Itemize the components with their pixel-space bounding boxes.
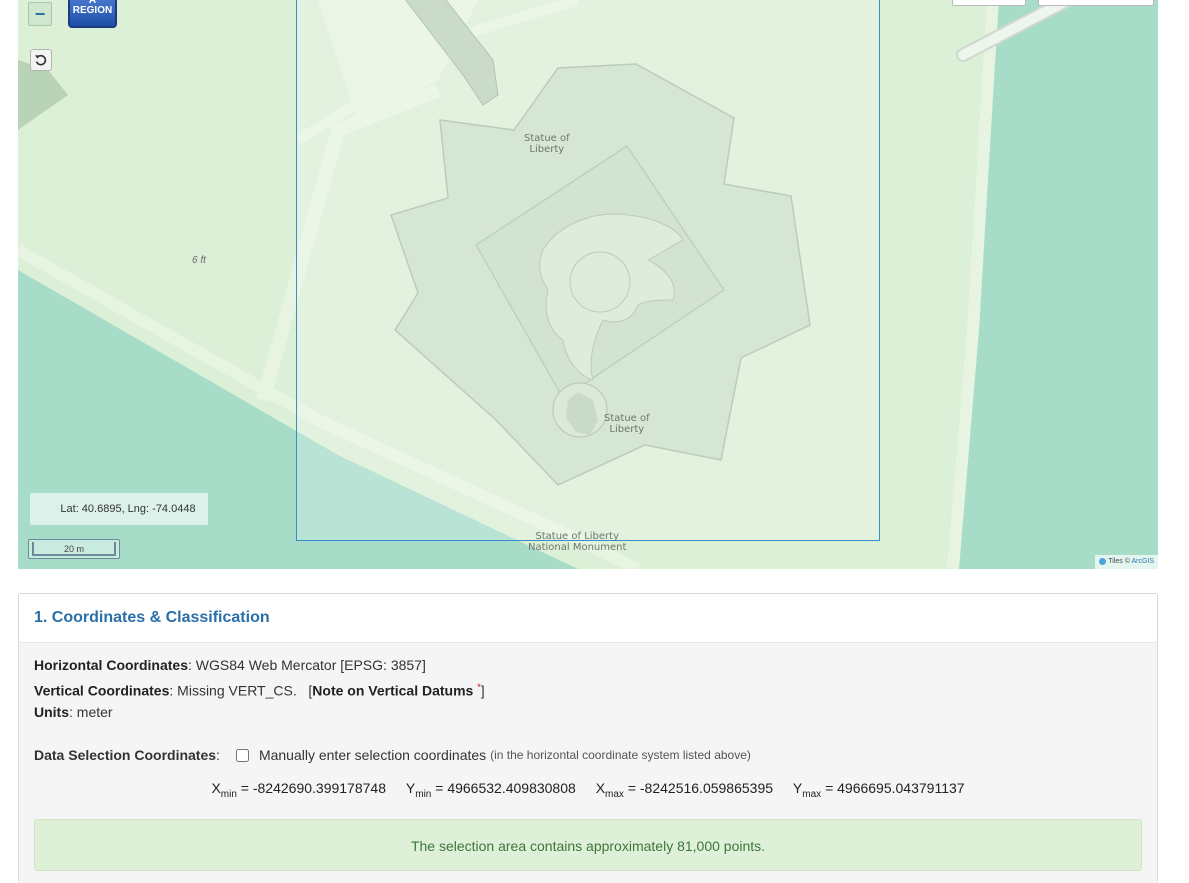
coord-number: = 4966695.043791137 (825, 780, 965, 797)
rotate-ccw-icon (35, 54, 47, 66)
manual-coordinates-label[interactable]: Manually enter selection coordinates (259, 745, 486, 765)
coordinate-system-note: (in the horizontal coordinate system lis… (490, 748, 751, 763)
reset-view-button[interactable] (30, 49, 52, 71)
elevation-label: 6 ft (192, 255, 206, 266)
coord-symbol: Y (405, 780, 416, 797)
cursor-coordinates: Lat: 40.6895, Lng: -74.0448 (30, 493, 208, 525)
vertical-datums-note-link[interactable]: Note on Vertical Datums (312, 682, 473, 698)
map-attribution: Tiles © ArcGIS (1095, 555, 1158, 569)
panel-body: Horizontal Coordinates: WGS84 Web Mercat… (19, 643, 1157, 883)
coord-subscript: min (220, 788, 237, 800)
xmin-value: Xmin = -8242690.399178748 (211, 780, 386, 800)
coordinates-panel: 1. Coordinates & Classification Horizont… (18, 593, 1158, 883)
vertical-coordinates-label: Vertical Coordinates (34, 682, 170, 699)
data-selection-label: Data Selection Coordinates (34, 747, 217, 764)
select-region-button[interactable]: A REGION (68, 0, 117, 28)
ymax-value: Ymax = 4966695.043791137 (792, 780, 965, 800)
coord-subscript: max (605, 788, 624, 800)
horizontal-coordinates-line: Horizontal Coordinates: WGS84 Web Mercat… (34, 655, 1142, 677)
coord-symbol: X (595, 780, 606, 797)
scale-bar-label: 20 m (32, 542, 116, 556)
horizontal-coordinates-label: Horizontal Coordinates (34, 657, 189, 673)
map-label-line: Liberty (529, 144, 565, 155)
selection-rectangle[interactable] (296, 0, 880, 541)
panel-header[interactable]: 1. Coordinates & Classification (19, 594, 1157, 643)
map-control-top-2[interactable] (1038, 0, 1154, 6)
horizontal-coordinates-value: : WGS84 Web Mercator [EPSG: 3857] (188, 657, 426, 673)
panel-title[interactable]: 1. Coordinates & Classification (34, 609, 270, 627)
map-label-line: Statue of (524, 133, 570, 144)
map-control-top-1[interactable] (952, 0, 1026, 6)
map-label-line: Liberty (609, 424, 645, 435)
map-label-statue-of-liberty: Statue of Liberty (524, 133, 570, 155)
map-label-statue-of-liberty-2: Statue of Liberty (604, 413, 650, 435)
zoom-out-button[interactable]: − (28, 2, 52, 26)
map-label-national-monument: Statue of Liberty National Monument (528, 531, 626, 553)
coord-symbol: Y (792, 780, 803, 797)
manual-coordinates-checkbox[interactable] (235, 748, 249, 762)
vertical-coordinates-line: Vertical Coordinates: Missing VERT_CS. [… (34, 681, 485, 699)
vertical-coordinates-value: : Missing VERT_CS. (169, 682, 297, 699)
note-asterisk: * (477, 681, 481, 692)
point-count-alert: The selection area contains approximatel… (34, 818, 1142, 871)
attribution-text: Tiles © (1108, 558, 1130, 565)
esri-globe-icon (1099, 557, 1107, 565)
data-selection-row: Data Selection Coordinates: Manually ent… (34, 745, 751, 765)
coord-number: = -8242690.399178748 (240, 780, 386, 797)
map-label-line: Statue of Liberty (535, 531, 620, 542)
map-label-line: National Monument (528, 542, 627, 553)
units-value: : meter (69, 703, 113, 720)
ymin-value: Ymin = 4966532.409830808 (405, 780, 576, 800)
map-viewport[interactable]: Statue of Liberty Statue of Liberty Stat… (18, 0, 1158, 569)
coord-symbol: X (211, 780, 221, 797)
xmax-value: Xmax = -8242516.059865395 (595, 780, 774, 800)
arcgis-link[interactable]: ArcGIS (1131, 558, 1154, 565)
coord-number: = -8242516.059865395 (627, 780, 774, 797)
map-label-line: Statue of (604, 413, 650, 424)
region-button-line: REGION (72, 5, 113, 16)
coord-subscript: max (802, 788, 822, 800)
scale-bar: 20 m (28, 539, 120, 559)
units-line: Units: meter (34, 702, 1142, 724)
coord-subscript: min (415, 788, 432, 800)
selection-coordinates: Xmin = -8242690.399178748 Ymin = 4966532… (34, 778, 1142, 805)
coord-number: = 4966532.409830808 (435, 780, 576, 797)
units-label: Units (34, 703, 69, 720)
